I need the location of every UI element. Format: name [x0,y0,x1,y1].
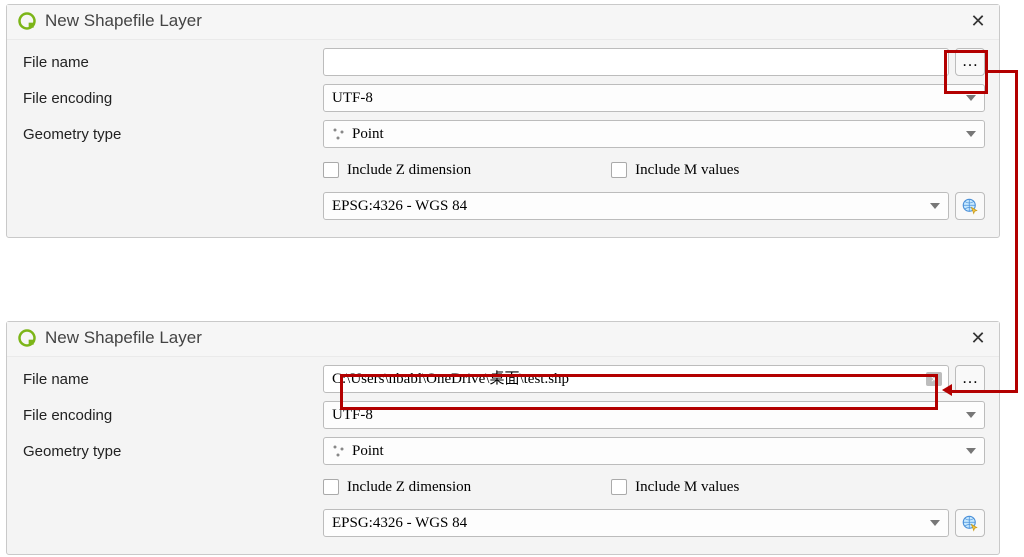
encoding-select[interactable]: UTF-8 [323,84,985,112]
browse-button[interactable]: … [955,365,985,393]
form: File name C:\Users\nbabl\OneDrive\桌面\tes… [7,357,999,537]
chevron-down-icon [966,131,976,137]
crs-picker-button[interactable] [955,509,985,537]
point-icon [332,444,346,458]
titlebar: New Shapefile Layer ✕ [7,5,999,40]
dialog-title: New Shapefile Layer [45,328,967,348]
annotation-arrowhead [942,384,952,396]
encoding-label: File encoding [23,407,323,424]
geometry-select[interactable]: Point [323,437,985,465]
include-m-checkbox[interactable]: Include M values [611,479,739,496]
new-shapefile-dialog-before: New Shapefile Layer ✕ File name … File e… [6,4,1000,238]
qgis-icon [17,328,37,348]
encoding-label: File encoding [23,90,323,107]
form: File name … File encoding UTF-8 Geometry… [7,40,999,220]
filename-label: File name [23,371,323,388]
chevron-down-icon [966,412,976,418]
titlebar: New Shapefile Layer ✕ [7,322,999,357]
geometry-label: Geometry type [23,443,323,460]
include-z-checkbox[interactable]: Include Z dimension [323,479,471,496]
chevron-down-icon [930,520,940,526]
browse-button[interactable]: … [955,48,985,76]
crs-picker-button[interactable] [955,192,985,220]
qgis-icon [17,11,37,31]
chevron-down-icon [930,203,940,209]
include-m-checkbox[interactable]: Include M values [611,162,739,179]
encoding-select[interactable]: UTF-8 [323,401,985,429]
geometry-select[interactable]: Point [323,120,985,148]
chevron-down-icon [966,448,976,454]
crs-select[interactable]: EPSG:4326 - WGS 84 [323,509,949,537]
annotation-arrow [1015,70,1018,392]
new-shapefile-dialog-after: New Shapefile Layer ✕ File name C:\Users… [6,321,1000,555]
chevron-down-icon [966,95,976,101]
point-icon [332,127,346,141]
dialog-title: New Shapefile Layer [45,11,967,31]
filename-label: File name [23,54,323,71]
close-button[interactable]: ✕ [967,11,989,31]
clear-icon[interactable] [926,372,942,386]
crs-select[interactable]: EPSG:4326 - WGS 84 [323,192,949,220]
filename-input[interactable]: C:\Users\nbabl\OneDrive\桌面\test.shp [323,365,949,393]
include-z-checkbox[interactable]: Include Z dimension [323,162,471,179]
geometry-label: Geometry type [23,126,323,143]
close-button[interactable]: ✕ [967,328,989,348]
filename-input[interactable] [323,48,949,76]
